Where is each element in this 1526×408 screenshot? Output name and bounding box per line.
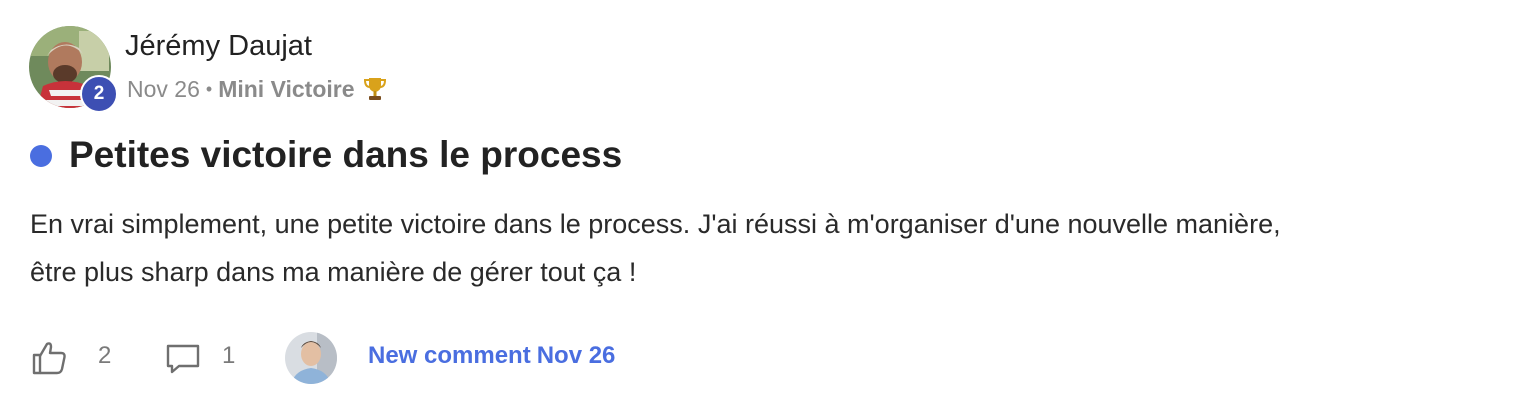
- post-body: En vrai simplement, une petite victoire …: [30, 200, 1510, 296]
- trophy-icon: [363, 76, 387, 102]
- post-footer: 2 1 New comment Nov 26: [30, 330, 1430, 386]
- comment-icon: [166, 344, 200, 374]
- unread-indicator: [30, 145, 52, 167]
- post-body-line: être plus sharp dans ma manière de gérer…: [30, 257, 637, 287]
- post-title[interactable]: Petites victoire dans le process: [69, 132, 622, 178]
- like-count: 2: [98, 342, 112, 369]
- comment-button[interactable]: [163, 338, 203, 378]
- like-button[interactable]: [30, 338, 70, 378]
- new-comment-date: Nov 26: [536, 342, 616, 369]
- new-comment-link[interactable]: New comment Nov 26: [368, 342, 615, 370]
- meta-separator: •: [205, 78, 213, 99]
- thumbs-up-icon: [32, 342, 66, 375]
- post-meta: Nov 26 • Mini Victoire: [127, 73, 387, 105]
- new-comment-label: New comment: [368, 342, 531, 369]
- category-link[interactable]: Mini Victoire: [218, 76, 354, 103]
- post-card: 2 Jérémy Daujat Nov 26 • Mini Victoire P…: [0, 0, 1526, 408]
- level-badge: 2: [80, 75, 118, 113]
- post-body-line: En vrai simplement, une petite victoire …: [30, 209, 1281, 239]
- commenter-avatar[interactable]: [285, 332, 337, 384]
- post-date[interactable]: Nov 26: [127, 76, 200, 103]
- comment-count: 1: [222, 342, 236, 369]
- author-name[interactable]: Jérémy Daujat: [125, 28, 312, 64]
